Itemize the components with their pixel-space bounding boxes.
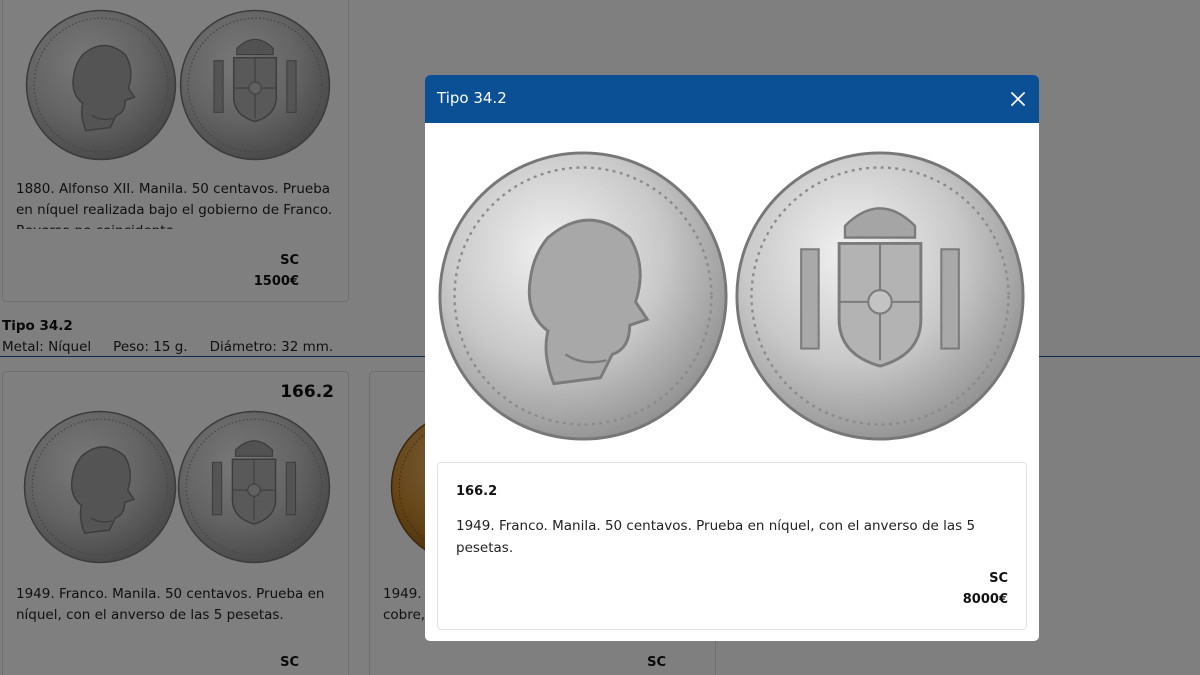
coin-description: 1949. Franco. Manila. 50 centavos. Prueb… xyxy=(456,518,976,556)
shield-coin-icon xyxy=(734,150,1026,442)
coin-price: 8000€ xyxy=(962,592,1008,607)
modal-header: Tipo 34.2 xyxy=(425,75,1039,123)
coin-grade: SC xyxy=(989,571,1008,586)
modal-title: Tipo 34.2 xyxy=(437,89,507,107)
franco-coin-icon xyxy=(437,150,729,442)
coin-number: 166.2 xyxy=(456,484,498,499)
close-icon[interactable] xyxy=(1007,88,1029,110)
coin-info-panel: 166.2 1949. Franco. Manila. 50 centavos.… xyxy=(437,462,1027,630)
coin-detail-modal: Tipo 34.2 166.2 1949. Franco. Manila. 50… xyxy=(425,75,1039,641)
